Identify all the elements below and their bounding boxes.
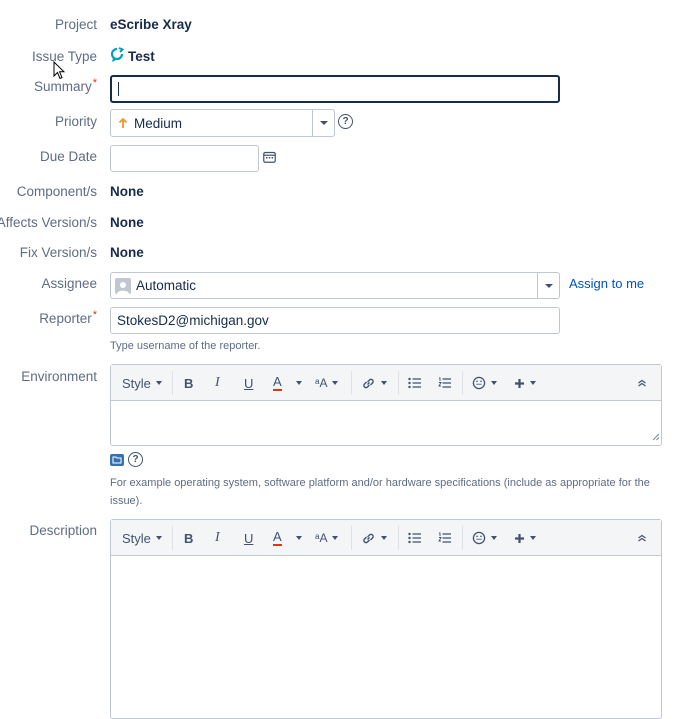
- underline-button[interactable]: U: [244, 365, 253, 401]
- text-size-button[interactable]: ᵃA: [315, 365, 339, 401]
- style-dropdown[interactable]: Style: [122, 365, 162, 401]
- arrow-up-icon: [118, 117, 128, 129]
- text-color-button[interactable]: A: [273, 520, 282, 556]
- toolbar-divider: [172, 526, 173, 550]
- toolbar-divider: [398, 526, 399, 550]
- reporter-label: Reporter*: [39, 309, 97, 326]
- due-date-input[interactable]: [110, 145, 259, 172]
- due-date-label: Due Date: [39, 149, 97, 164]
- required-mark: *: [92, 77, 97, 89]
- description-textarea[interactable]: [111, 556, 661, 716]
- project-label: Project: [54, 17, 97, 32]
- assignee-label: Assignee: [41, 276, 97, 291]
- assignee-select[interactable]: Automatic: [110, 272, 560, 299]
- assignee-value: Automatic: [136, 278, 197, 293]
- affects-versions-label: Affects Version/s: [0, 215, 97, 230]
- reporter-hint: Type username of the reporter.: [110, 340, 261, 352]
- resize-handle-icon[interactable]: [651, 429, 660, 444]
- toolbar-divider: [172, 371, 173, 395]
- text-color-dropdown[interactable]: [291, 365, 302, 401]
- priority-select[interactable]: Medium: [110, 109, 335, 137]
- link-icon[interactable]: [361, 520, 387, 556]
- toolbar-divider: [398, 371, 399, 395]
- priority-label: Priority: [54, 114, 97, 129]
- affects-versions-value: None: [110, 215, 144, 230]
- emoticon-icon[interactable]: [472, 365, 497, 401]
- emoticon-icon[interactable]: [472, 520, 497, 556]
- environment-label: Environment: [21, 369, 97, 384]
- description-editor: Style B I U A ᵃA: [110, 519, 662, 719]
- collapse-toolbar-icon[interactable]: [637, 365, 647, 401]
- italic-button[interactable]: I: [215, 365, 220, 401]
- fix-versions-value: None: [110, 245, 144, 260]
- chevron-down-icon[interactable]: [312, 110, 334, 136]
- environment-textarea[interactable]: [111, 401, 661, 445]
- fix-versions-label: Fix Version/s: [19, 245, 97, 260]
- xray-test-icon: [110, 47, 125, 66]
- issue-type-value: Test: [128, 49, 155, 64]
- plus-icon[interactable]: [514, 365, 536, 401]
- environment-editor: Style B I U A ᵃA: [110, 364, 662, 446]
- bold-button[interactable]: B: [184, 365, 193, 401]
- required-mark: *: [92, 309, 97, 321]
- collapse-toolbar-icon[interactable]: [637, 520, 647, 556]
- environment-hint-line1: For example operating system, software p…: [110, 477, 650, 489]
- bold-button[interactable]: B: [184, 520, 193, 556]
- numbered-list-icon[interactable]: [438, 365, 452, 401]
- components-value: None: [110, 184, 144, 199]
- editor-toolbar: Style B I U A ᵃA: [111, 520, 661, 556]
- style-dropdown[interactable]: Style: [122, 520, 162, 556]
- description-label: Description: [29, 523, 97, 538]
- text-size-button[interactable]: ᵃA: [315, 520, 339, 556]
- priority-value: Medium: [134, 115, 183, 131]
- project-value: eScribe Xray: [110, 17, 192, 32]
- underline-button[interactable]: U: [244, 520, 253, 556]
- toolbar-divider: [462, 371, 463, 395]
- text-color-button[interactable]: A: [273, 365, 282, 401]
- toolbar-divider: [351, 371, 352, 395]
- text-color-dropdown[interactable]: [291, 520, 302, 556]
- plus-icon[interactable]: [514, 520, 536, 556]
- bullet-list-icon[interactable]: [408, 520, 422, 556]
- environment-help-icon[interactable]: ?: [128, 452, 143, 467]
- toolbar-divider: [351, 526, 352, 550]
- toolbar-divider: [462, 526, 463, 550]
- editor-toolbar: Style B I U A ᵃA: [111, 365, 661, 401]
- summary-label: Summary*: [33, 77, 97, 94]
- text-mode-icon[interactable]: [110, 454, 124, 466]
- priority-help-icon[interactable]: ?: [338, 114, 353, 129]
- text-caret: [118, 82, 119, 96]
- components-label: Component/s: [16, 184, 97, 199]
- reporter-input[interactable]: StokesD2@michigan.gov: [110, 307, 560, 334]
- italic-button[interactable]: I: [215, 520, 220, 556]
- bullet-list-icon[interactable]: [408, 365, 422, 401]
- chevron-down-icon[interactable]: [537, 273, 559, 298]
- summary-input[interactable]: [110, 75, 560, 103]
- numbered-list-icon[interactable]: [438, 520, 452, 556]
- calendar-icon[interactable]: [263, 151, 276, 166]
- assign-to-me-link[interactable]: Assign to me: [569, 276, 644, 291]
- link-icon[interactable]: [361, 365, 387, 401]
- environment-hint-line2: issue).: [110, 495, 143, 507]
- avatar: [115, 277, 131, 294]
